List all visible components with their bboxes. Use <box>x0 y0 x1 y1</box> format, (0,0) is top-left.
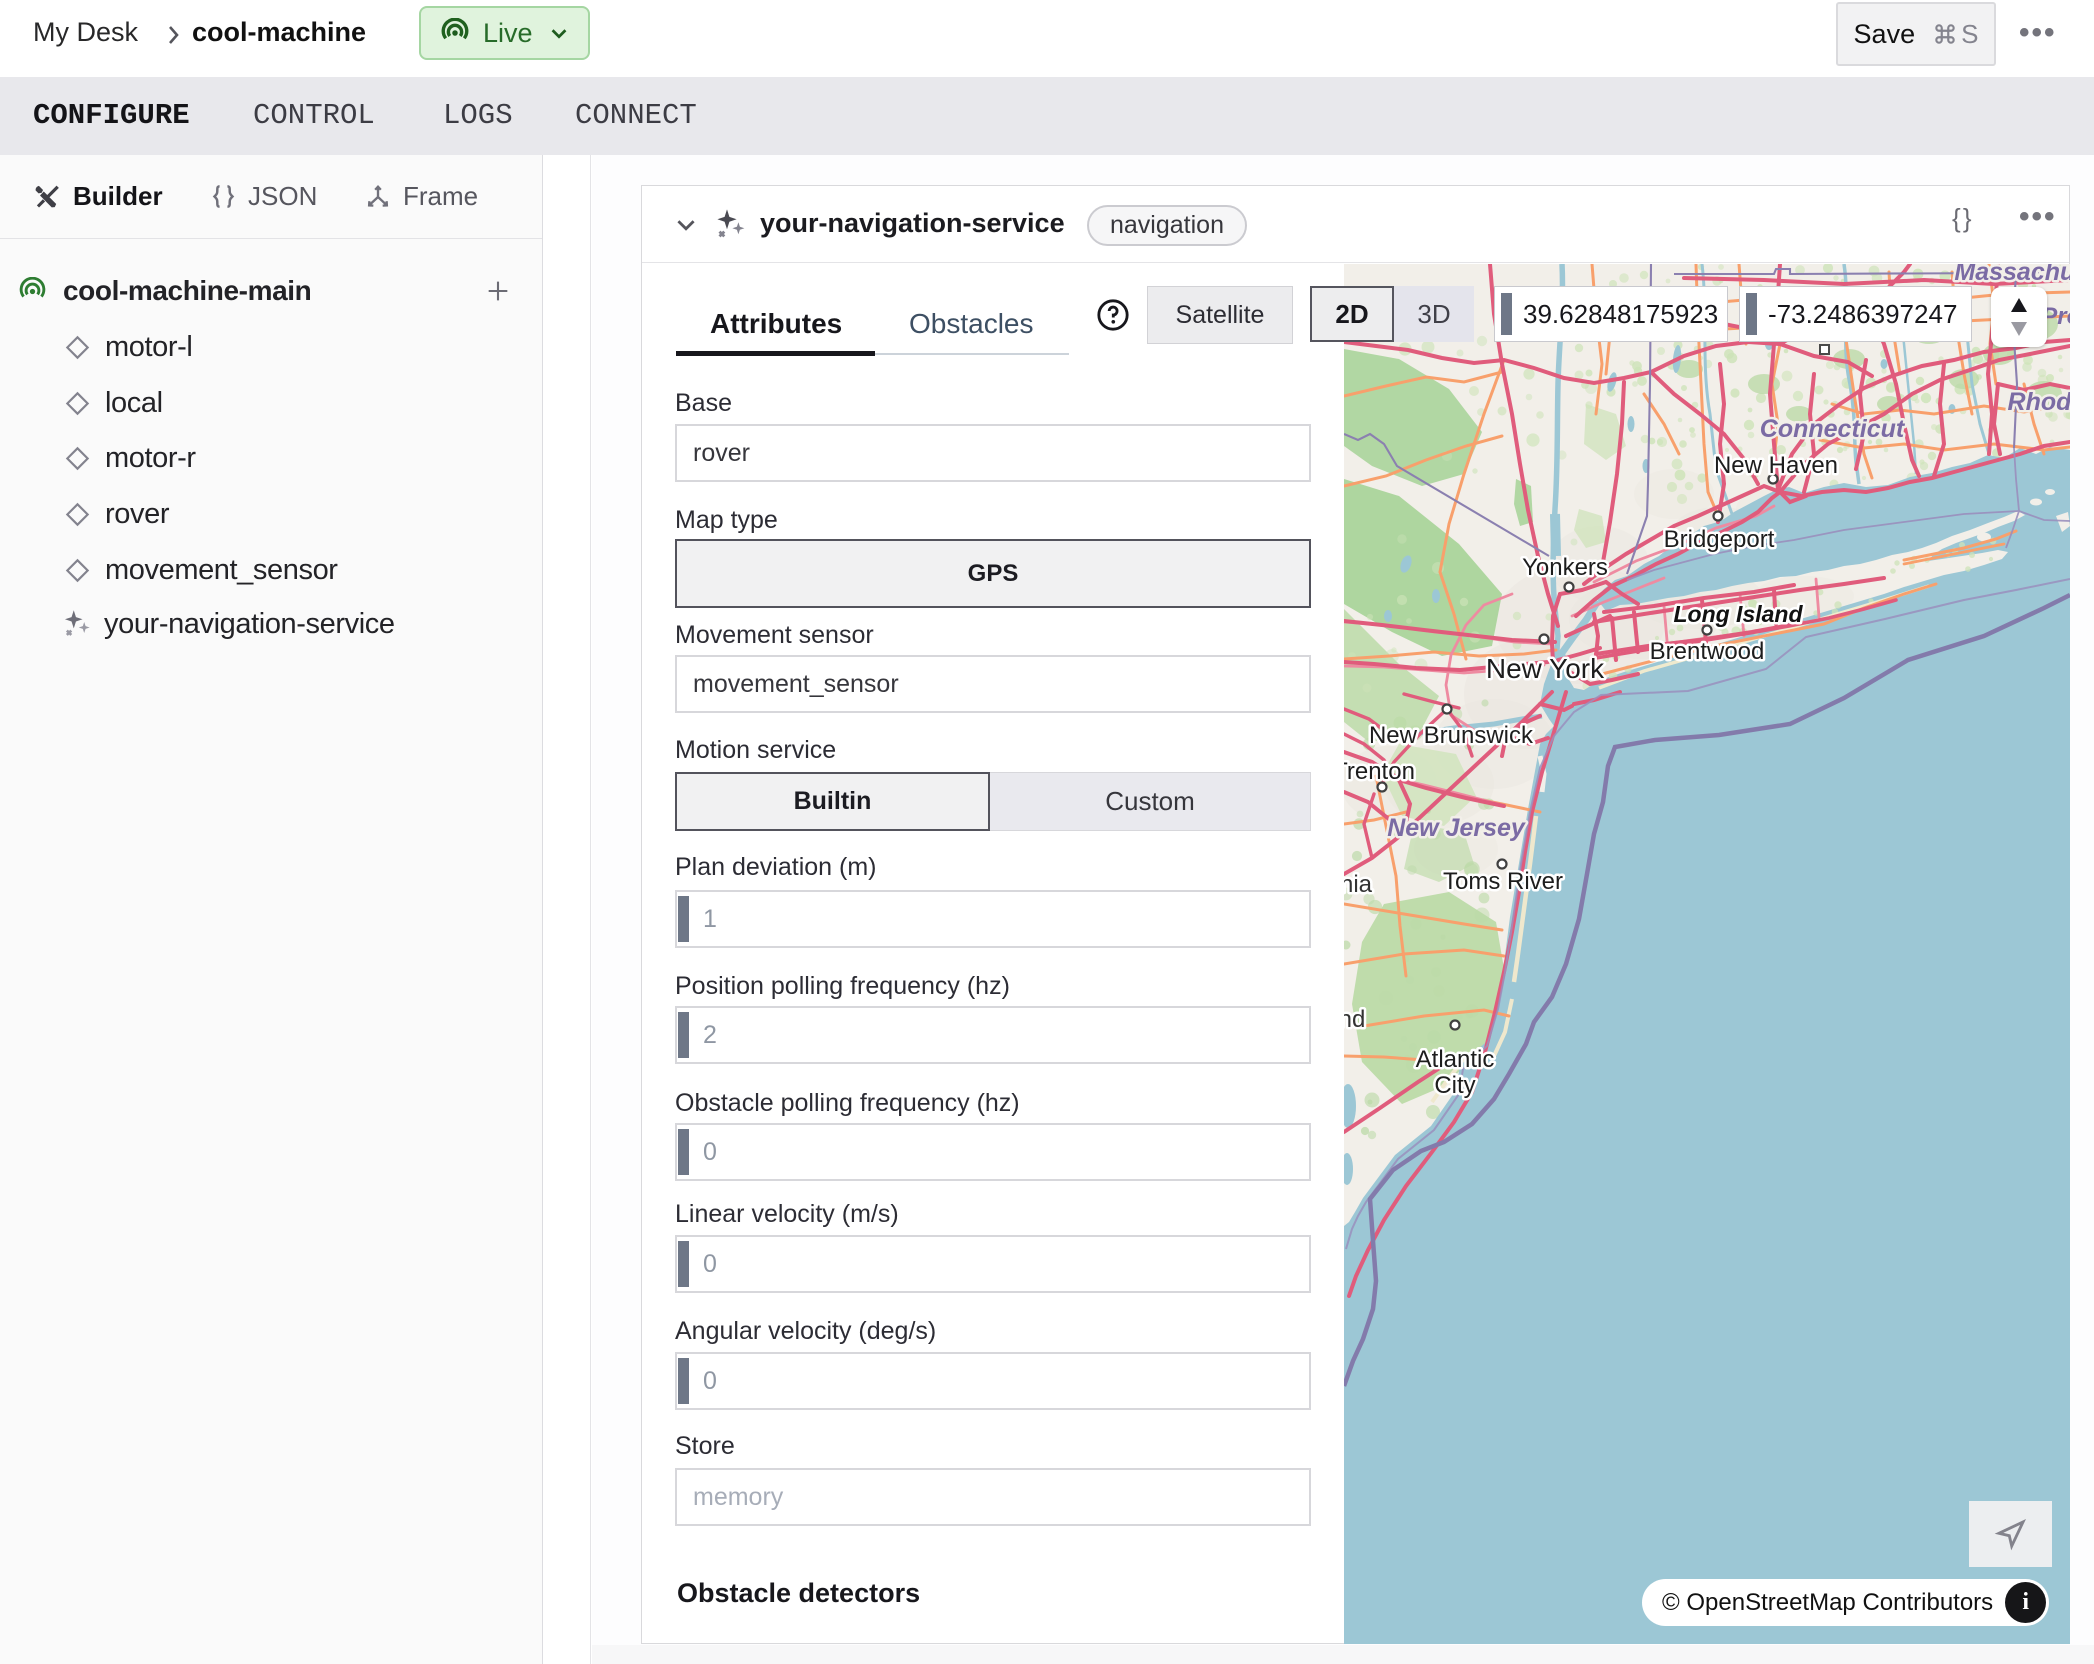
svg-text:New Jersey: New Jersey <box>1387 814 1526 842</box>
svg-text:City: City <box>1434 1072 1475 1099</box>
svg-text:Bridgeport: Bridgeport <box>1664 526 1775 553</box>
svg-text:Massachusetts: Massachusetts <box>1954 264 2070 286</box>
svg-text:New Haven: New Haven <box>1714 452 1838 479</box>
svg-text:Long Island: Long Island <box>1673 601 1803 627</box>
svg-text:nd: nd <box>1344 1006 1365 1033</box>
svg-text:New York: New York <box>1486 653 1605 684</box>
svg-text:Toms River: Toms River <box>1443 868 1563 895</box>
svg-text:Atlantic: Atlantic <box>1416 1046 1495 1073</box>
svg-text:Trenton: Trenton <box>1344 758 1415 785</box>
svg-text:Rhode Island: Rhode Island <box>2008 388 2070 416</box>
svg-text:Connecticut: Connecticut <box>1760 415 1906 443</box>
svg-text:Brentwood: Brentwood <box>1650 638 1765 665</box>
svg-text:Yonkers: Yonkers <box>1522 554 1608 581</box>
svg-text:nia: nia <box>1344 871 1373 898</box>
svg-text:New Brunswick: New Brunswick <box>1369 722 1534 749</box>
